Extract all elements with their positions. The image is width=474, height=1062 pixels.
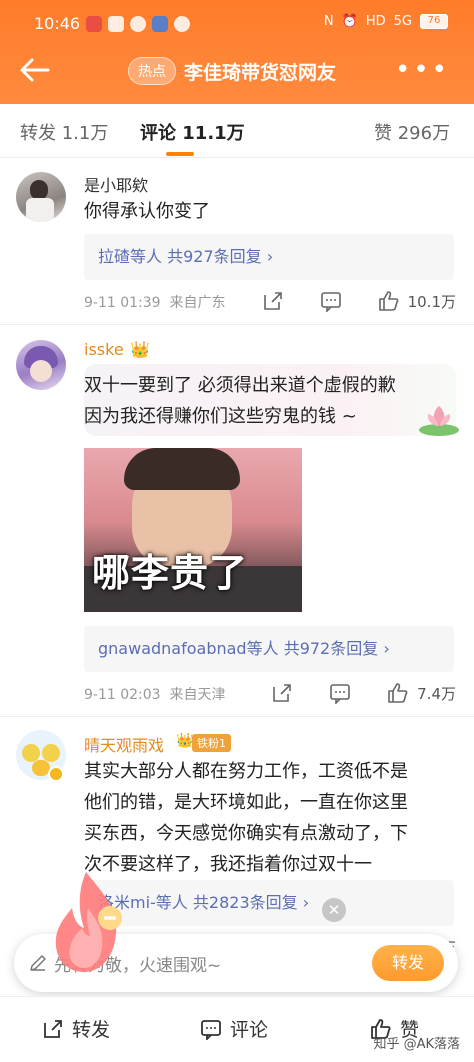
like-count: 7.4万 bbox=[417, 684, 456, 703]
chevron-right-icon: › bbox=[266, 247, 274, 266]
divider bbox=[0, 324, 474, 325]
message-notify-icon bbox=[108, 16, 124, 32]
like-count: 10.1万 bbox=[407, 292, 456, 311]
hd-label: HD bbox=[365, 14, 386, 29]
page-title: 李佳琦带货怼网友 bbox=[184, 61, 337, 84]
bottom-repost[interactable]: 转发 bbox=[42, 1015, 110, 1042]
close-icon[interactable]: ✕ bbox=[322, 898, 346, 922]
app-notify-icon bbox=[130, 16, 146, 32]
replies-link[interactable]: 拉碴等人 共927条回复 › bbox=[84, 234, 454, 280]
topic-title[interactable]: 热点 李佳琦带货怼网友 bbox=[128, 56, 336, 86]
bottom-comment-label: 评论 bbox=[230, 1019, 269, 1041]
replies-count: 共972条回复 bbox=[283, 639, 379, 658]
tab-comments[interactable]: 评论 11.1万 bbox=[140, 119, 245, 145]
thumbs-up-icon[interactable] bbox=[387, 682, 409, 704]
replies-who: 拉碴等人 bbox=[98, 247, 163, 266]
avatar[interactable] bbox=[16, 172, 66, 222]
replies-who: gnawadnafoabnad等人 bbox=[98, 639, 279, 658]
comment-meta: 9-11 02:03 来自天津 bbox=[84, 687, 226, 703]
comment-text-line: 买东西，今天感觉你确实有点激动了，下 bbox=[84, 823, 408, 844]
notification-icons bbox=[86, 16, 190, 32]
meme-caption: 哪李贵了 bbox=[92, 551, 249, 595]
status-right: N ⏰ HD 5G 76 bbox=[324, 14, 448, 29]
comment-text-line: 其实大部分人都在努力工作，工资低不是 bbox=[84, 761, 408, 782]
more-options-icon[interactable]: ••• bbox=[395, 57, 450, 83]
divider bbox=[0, 716, 474, 717]
tab-likes[interactable]: 赞 296万 bbox=[374, 119, 450, 145]
comment-meta: 9-11 01:39 来自广东 bbox=[84, 295, 226, 311]
battery-icon: 76 bbox=[420, 14, 448, 29]
comment-text-line: 他们的错，是大环境如此，一直在你这里 bbox=[84, 792, 408, 813]
comment-text-line: 双十一要到了 必须得出来道个虚假的歉 bbox=[84, 375, 396, 396]
reply-icon[interactable] bbox=[329, 682, 351, 704]
reply-icon[interactable] bbox=[320, 290, 342, 312]
status-bar: 10:46 N ⏰ HD 5G 76 bbox=[0, 0, 474, 44]
comment-actions: 10.1万 bbox=[226, 290, 456, 312]
bottom-action-bar: 转发 评论 赞 知乎 @AK落落 bbox=[0, 996, 474, 1062]
comment-icon bbox=[201, 1019, 221, 1040]
thumbs-up-icon[interactable] bbox=[378, 290, 400, 312]
share-icon bbox=[44, 1019, 62, 1038]
bottom-repost-label: 转发 bbox=[72, 1019, 111, 1041]
comment-author[interactable]: 晴天观雨戏 bbox=[84, 732, 164, 756]
lotus-decoration-icon bbox=[419, 406, 459, 436]
replies-link[interactable]: 洛米mi-等人 共2823条回复 › bbox=[84, 880, 454, 926]
browser-notify-icon bbox=[152, 16, 168, 32]
tab-reposts[interactable]: 转发 1.1万 bbox=[20, 119, 108, 145]
replies-link[interactable]: gnawadnafoabnad等人 共972条回复 › bbox=[84, 626, 454, 672]
chat-notify-icon bbox=[174, 16, 190, 32]
weibo-notify-icon bbox=[86, 16, 102, 32]
replies-count: 共2823条回复 bbox=[192, 893, 298, 912]
status-time: 10:46 bbox=[34, 14, 81, 33]
share-icon[interactable] bbox=[271, 682, 293, 704]
active-tab-indicator bbox=[166, 152, 194, 156]
hot-tag: 热点 bbox=[128, 57, 176, 85]
alarm-icon: ⏰ bbox=[341, 14, 358, 29]
comment-text-line: 因为我还得赚你们这些穷鬼的钱 ~ bbox=[84, 406, 357, 427]
crown-badge-icon: 👑 bbox=[130, 340, 150, 359]
comment-author[interactable]: isske bbox=[84, 340, 124, 359]
signal-label: 5G bbox=[393, 14, 412, 29]
tab-bar: 转发 1.1万 评论 11.1万 赞 296万 bbox=[0, 104, 474, 158]
watermark: 知乎 @AK落落 bbox=[373, 1037, 460, 1052]
comment-author[interactable]: 是小耶欸 bbox=[84, 172, 148, 196]
top-header: 10:46 N ⏰ HD 5G 76 热点 李佳琦带货怼网友 ••• bbox=[0, 0, 474, 104]
crown-badge-icon: 👑 bbox=[176, 733, 194, 749]
nfc-icon: N bbox=[323, 14, 334, 29]
back-arrow-icon[interactable] bbox=[18, 56, 52, 84]
verified-badge-icon bbox=[48, 766, 64, 782]
fire-icon[interactable] bbox=[44, 868, 128, 978]
bottom-comment[interactable]: 评论 bbox=[200, 1015, 268, 1042]
avatar[interactable] bbox=[16, 340, 66, 390]
repost-button[interactable]: 转发 bbox=[372, 945, 444, 981]
replies-count: 共927条回复 bbox=[167, 247, 262, 266]
meme-image[interactable]: 哪李贵了 bbox=[84, 448, 302, 612]
chevron-right-icon: › bbox=[302, 893, 310, 912]
chevron-right-icon: › bbox=[383, 639, 390, 658]
comment-actions: 7.4万 bbox=[235, 682, 456, 704]
fan-badge: 铁粉1 bbox=[192, 734, 231, 752]
share-icon[interactable] bbox=[262, 290, 284, 312]
comment-text: 你得承认你变了 bbox=[84, 201, 210, 222]
